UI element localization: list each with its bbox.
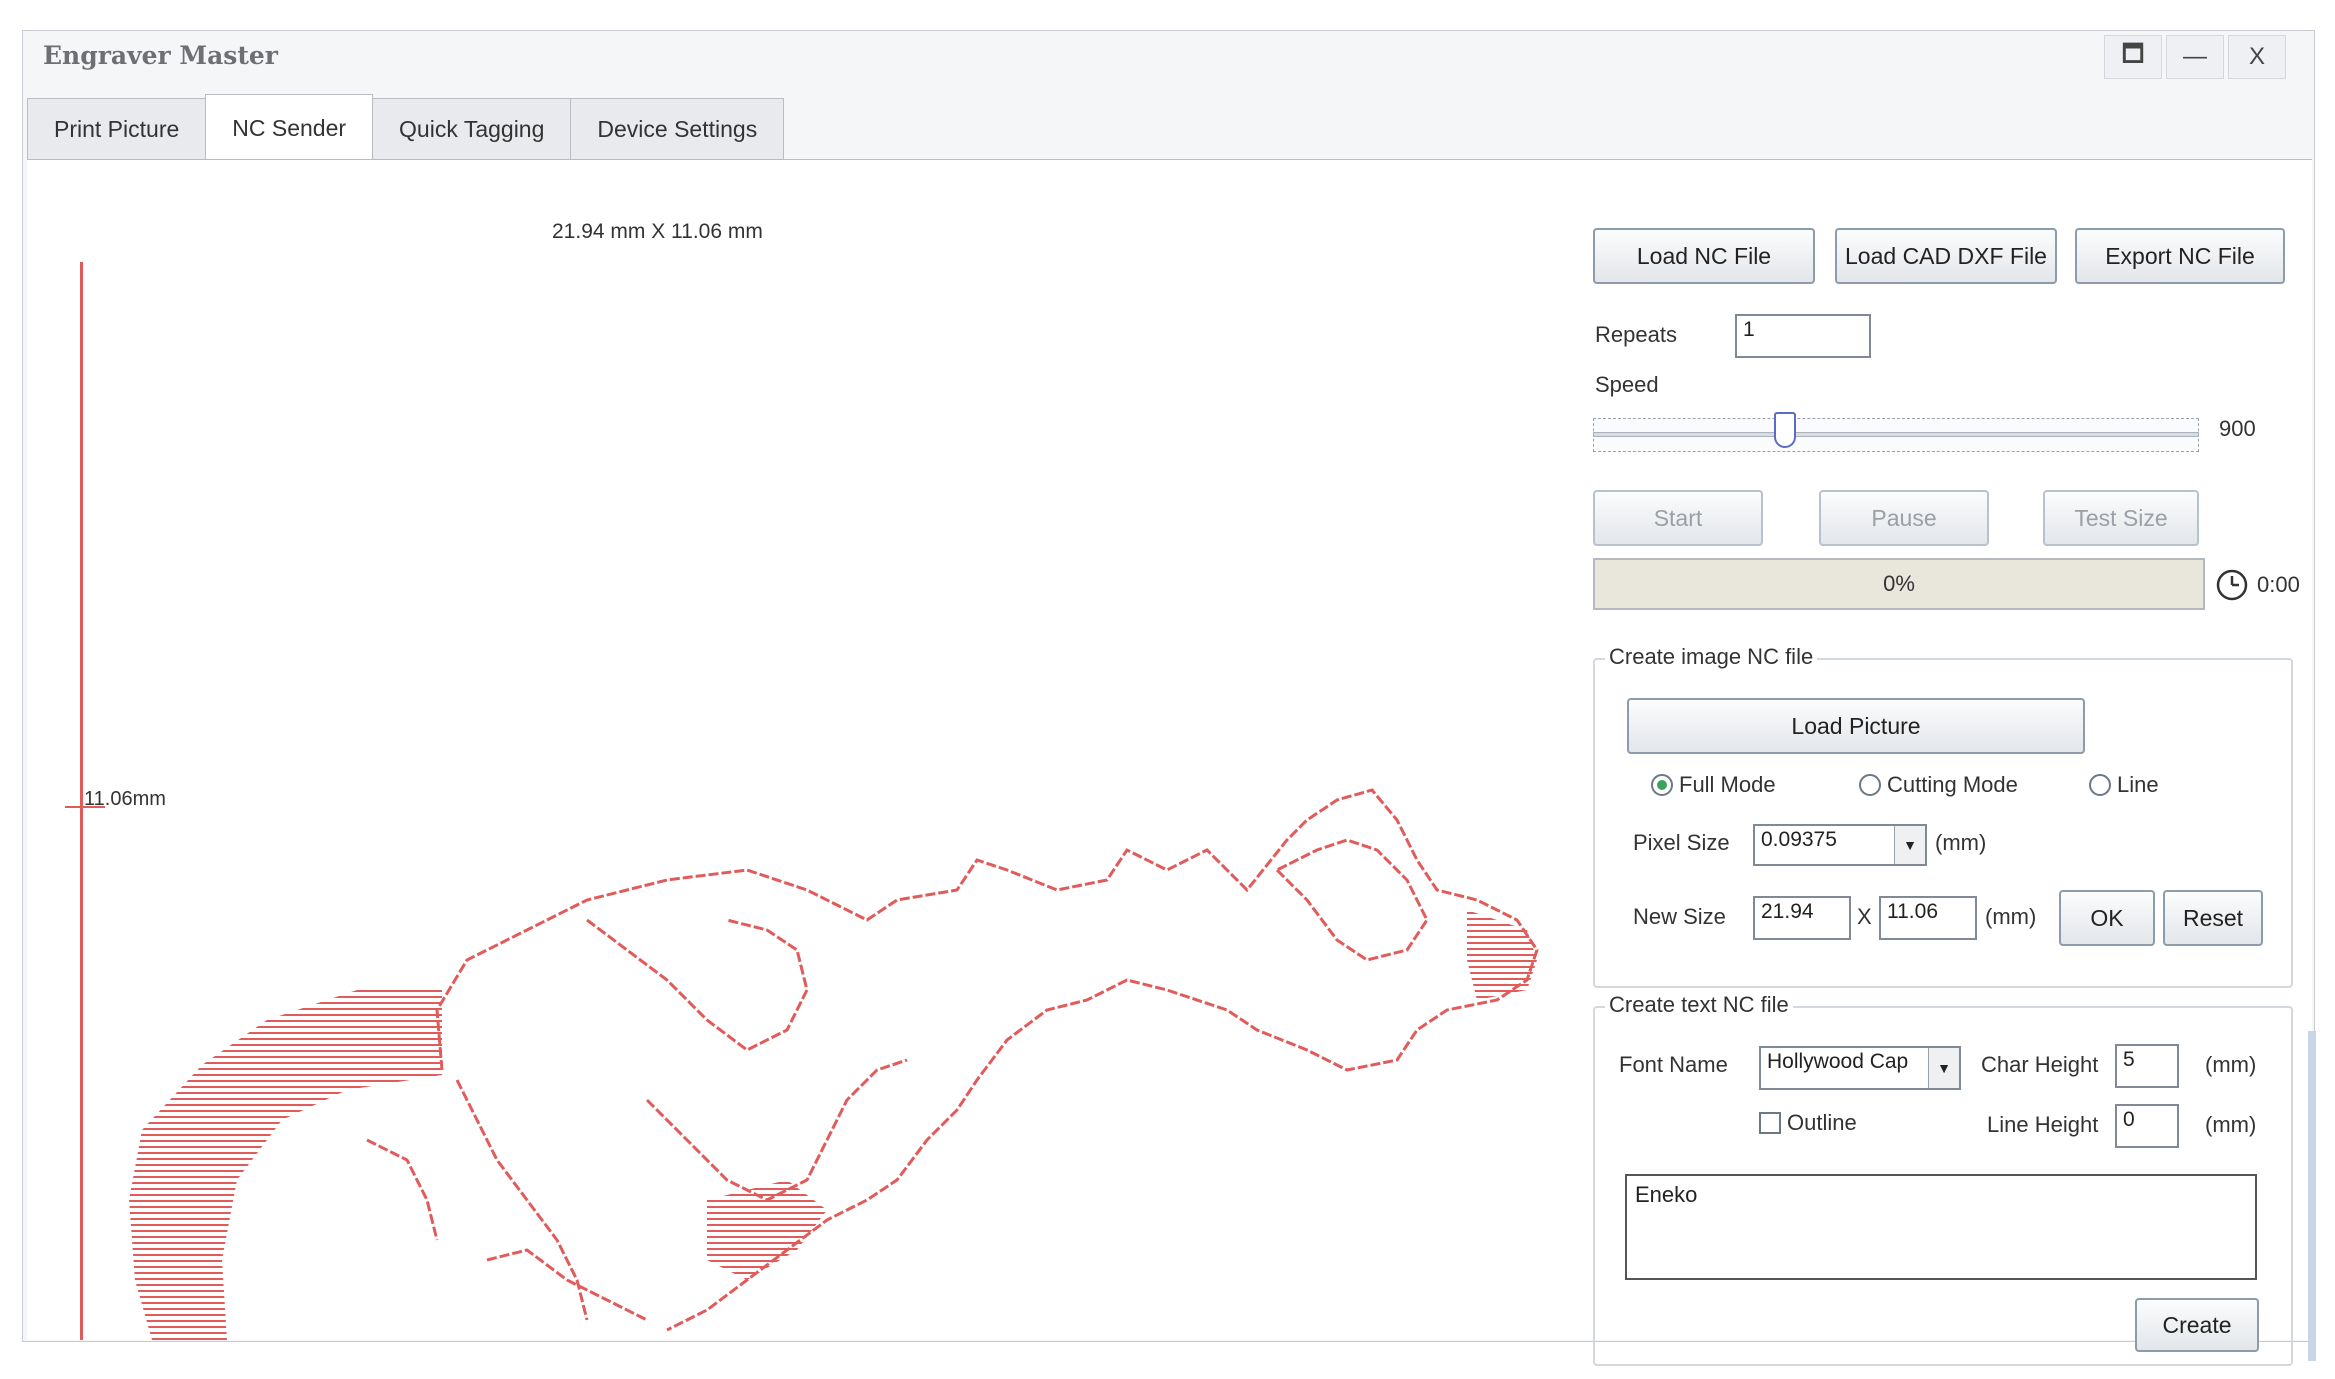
hatched-tail xyxy=(129,990,442,1340)
speed-slider[interactable] xyxy=(1593,412,2199,458)
pixel-size-label: Pixel Size xyxy=(1633,830,1730,855)
pixel-size-combo[interactable]: 0.09375 ▼ xyxy=(1753,824,1927,866)
chevron-down-icon[interactable]: ▼ xyxy=(1928,1048,1959,1088)
repeats-input[interactable]: 1 xyxy=(1735,314,1871,358)
radio-full-mode[interactable]: Full Mode xyxy=(1651,772,1776,798)
hatched-belly xyxy=(707,1180,827,1280)
line-height-input[interactable]: 0 xyxy=(2115,1104,2179,1148)
radio-cutting-mode-label: Cutting Mode xyxy=(1887,772,2018,797)
pixel-size-unit: (mm) xyxy=(1935,830,1987,855)
radio-full-mode-indicator xyxy=(1651,774,1673,796)
repeats-label: Repeats xyxy=(1595,322,1677,347)
chevron-down-icon[interactable]: ▼ xyxy=(1894,826,1925,864)
reset-button[interactable]: Reset xyxy=(2163,890,2263,946)
window-title: Engraver Master xyxy=(43,41,278,70)
y-axis-line xyxy=(80,262,83,1340)
radio-line-label: Line xyxy=(2117,772,2159,797)
ok-button[interactable]: OK xyxy=(2059,890,2155,946)
outline-head xyxy=(1274,838,1429,962)
app-window: Engraver Master 🗖 — X Print Picture NC S… xyxy=(22,30,2316,1366)
radio-line-indicator xyxy=(2089,774,2111,796)
test-size-button[interactable]: Test Size xyxy=(2043,490,2199,546)
outline-checkbox[interactable]: Outline xyxy=(1759,1110,1857,1136)
tab-nc-sender[interactable]: NC Sender xyxy=(205,94,374,162)
new-size-label: New Size xyxy=(1633,904,1726,929)
load-nc-file-button[interactable]: Load NC File xyxy=(1593,228,1815,284)
line-height-label: Line Height xyxy=(1987,1112,2099,1137)
outline-checkbox-label: Outline xyxy=(1787,1110,1857,1135)
font-name-value: Hollywood Cap xyxy=(1767,1050,1909,1073)
create-button[interactable]: Create xyxy=(2135,1298,2259,1352)
preview-canvas[interactable]: 21.94 mm X 11.06 mm 11.06mm xyxy=(27,160,1567,1340)
image-nc-group: Create image NC file Load Picture Full M… xyxy=(1593,644,2293,988)
progress-text: 0% xyxy=(1883,571,1915,596)
text-content-input[interactable] xyxy=(1625,1174,2257,1280)
text-nc-legend: Create text NC file xyxy=(1605,992,1793,1018)
minimize-icon[interactable]: — xyxy=(2166,35,2224,79)
clock-icon xyxy=(2216,569,2248,601)
char-height-input[interactable]: 5 xyxy=(2115,1044,2179,1088)
tab-print-picture[interactable]: Print Picture xyxy=(27,98,207,160)
radio-cutting-mode[interactable]: Cutting Mode xyxy=(1859,772,2018,798)
nc-sender-panel: 21.94 mm X 11.06 mm 11.06mm Load NC File… xyxy=(27,159,2312,1366)
export-nc-file-button[interactable]: Export NC File xyxy=(2075,228,2285,284)
restore-icon[interactable]: 🗖 xyxy=(2104,35,2162,79)
outline-body xyxy=(435,788,1539,1332)
engraving-preview xyxy=(129,788,1539,1340)
load-cad-dxf-file-button[interactable]: Load CAD DXF File xyxy=(1835,228,2057,284)
elapsed-time: 0:00 xyxy=(2257,572,2300,597)
start-button[interactable]: Start xyxy=(1593,490,1763,546)
line-height-unit: (mm) xyxy=(2205,1112,2257,1137)
pixel-size-value: 0.09375 xyxy=(1761,828,1837,851)
image-nc-legend: Create image NC file xyxy=(1605,644,1818,670)
new-size-unit: (mm) xyxy=(1985,904,2037,929)
speed-value: 900 xyxy=(2219,416,2256,441)
radio-cutting-mode-indicator xyxy=(1859,774,1881,796)
size-separator: X xyxy=(1857,904,1872,929)
new-width-input[interactable]: 21.94 xyxy=(1753,896,1851,940)
font-name-combo[interactable]: Hollywood Cap ▼ xyxy=(1759,1046,1961,1090)
char-height-label: Char Height xyxy=(1981,1052,2099,1077)
radio-line[interactable]: Line xyxy=(2089,772,2159,798)
outline-inner-3 xyxy=(645,1058,908,1202)
speed-slider-thumb[interactable] xyxy=(1774,412,1796,448)
new-height-input[interactable]: 11.06 xyxy=(1879,896,1977,940)
hatched-snout xyxy=(1467,910,1537,1000)
progress-bar: 0% xyxy=(1593,558,2205,610)
scrollbar[interactable] xyxy=(2308,1031,2316,1361)
font-name-label: Font Name xyxy=(1619,1052,1728,1077)
load-picture-button[interactable]: Load Picture xyxy=(1627,698,2085,754)
text-nc-group: Create text NC file Font Name Hollywood … xyxy=(1593,992,2293,1366)
window-controls: 🗖 — X xyxy=(2104,35,2286,79)
outline-inner-1 xyxy=(586,918,809,1052)
dimensions-label: 21.94 mm X 11.06 mm xyxy=(552,220,763,243)
speed-slider-groove xyxy=(1593,432,2199,437)
outline-inner-2 xyxy=(455,1079,589,1321)
radio-full-mode-label: Full Mode xyxy=(1679,772,1776,797)
tab-quick-tagging[interactable]: Quick Tagging xyxy=(372,98,572,160)
char-height-unit: (mm) xyxy=(2205,1052,2257,1077)
title-bar: Engraver Master 🗖 — X xyxy=(23,31,2314,93)
tab-bar: Print Picture NC Sender Quick Tagging De… xyxy=(27,94,785,162)
tab-device-settings[interactable]: Device Settings xyxy=(570,98,785,160)
close-icon[interactable]: X xyxy=(2228,35,2286,79)
outline-checkbox-box xyxy=(1759,1112,1781,1134)
speed-label: Speed xyxy=(1595,372,1659,397)
pause-button[interactable]: Pause xyxy=(1819,490,1989,546)
outline-lower xyxy=(366,1138,648,1322)
